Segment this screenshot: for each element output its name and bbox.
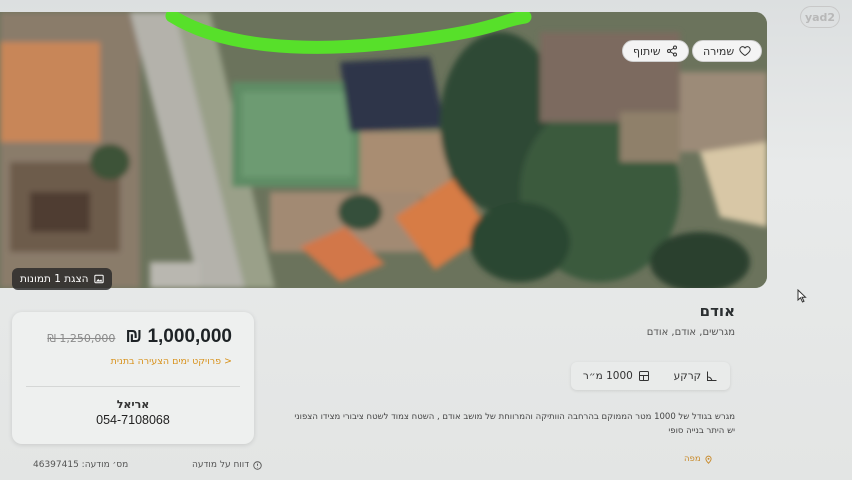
old-price: ₪ 1,250,000 xyxy=(47,332,116,345)
info-icon xyxy=(253,460,262,470)
price-card: ₪ 1,250,000 ₪ 1,000,000 פרויקט ימים הצעי… xyxy=(12,312,254,444)
show-photos-button[interactable]: הצגת 1 תמונות xyxy=(12,268,112,290)
yad2-logo: yad2 xyxy=(800,6,840,28)
report-ad-link[interactable]: דווח על מודעה xyxy=(192,460,262,470)
price: ₪ 1,000,000 xyxy=(125,326,232,347)
features-box: קרקע 1000 מ״ר xyxy=(571,362,730,390)
area-icon xyxy=(638,371,649,381)
description-line: מגרש בגודל של 1000 מטר הממוקם בהרחבה הוו… xyxy=(294,412,735,422)
land-icon xyxy=(707,371,717,381)
location-pin-icon xyxy=(705,455,712,464)
heart-icon xyxy=(739,46,751,57)
ad-number: מס׳ מודעה: 46397415 xyxy=(33,460,128,470)
project-link[interactable]: פרויקט ימים הצעירה בתנית > xyxy=(111,356,232,367)
feature-area: 1000 מ״ר xyxy=(583,370,650,382)
show-photos-label: הצגת 1 תמונות xyxy=(20,273,89,285)
listing-subtitle: מגרשים, אודם, אודם xyxy=(646,327,735,338)
listing-description: מגרש בגודל של 1000 מטר הממוקם בהרחבה הוו… xyxy=(275,410,735,438)
description-line: יש היתר בנייה סופי xyxy=(668,426,735,436)
listing-photo[interactable]: שמירה שיתוף xyxy=(0,12,767,288)
image-icon xyxy=(93,274,104,284)
save-label: שמירה xyxy=(703,44,735,58)
listing-title: אודם xyxy=(699,302,735,320)
share-icon xyxy=(666,45,677,57)
report-ad-label: דווח על מודעה xyxy=(192,460,250,470)
feature-area-label: 1000 מ״ר xyxy=(582,370,633,382)
map-label: מפה xyxy=(684,454,701,464)
feature-property-type: קרקע xyxy=(674,370,718,382)
ad-number-text: מס׳ מודעה: 46397415 xyxy=(33,460,129,470)
price-row: ₪ 1,250,000 ₪ 1,000,000 xyxy=(47,326,232,348)
map-link[interactable]: מפה xyxy=(684,454,713,464)
card-divider xyxy=(26,386,240,387)
share-label: שיתוף xyxy=(633,44,661,58)
share-button[interactable]: שיתוף xyxy=(622,40,689,62)
mouse-cursor-icon xyxy=(797,289,807,303)
feature-property-type-label: קרקע xyxy=(673,370,702,382)
save-button[interactable]: שמירה xyxy=(692,40,763,62)
agent-phone[interactable]: 054-7108068 xyxy=(12,413,254,427)
agent-name: אריאל xyxy=(116,398,150,411)
